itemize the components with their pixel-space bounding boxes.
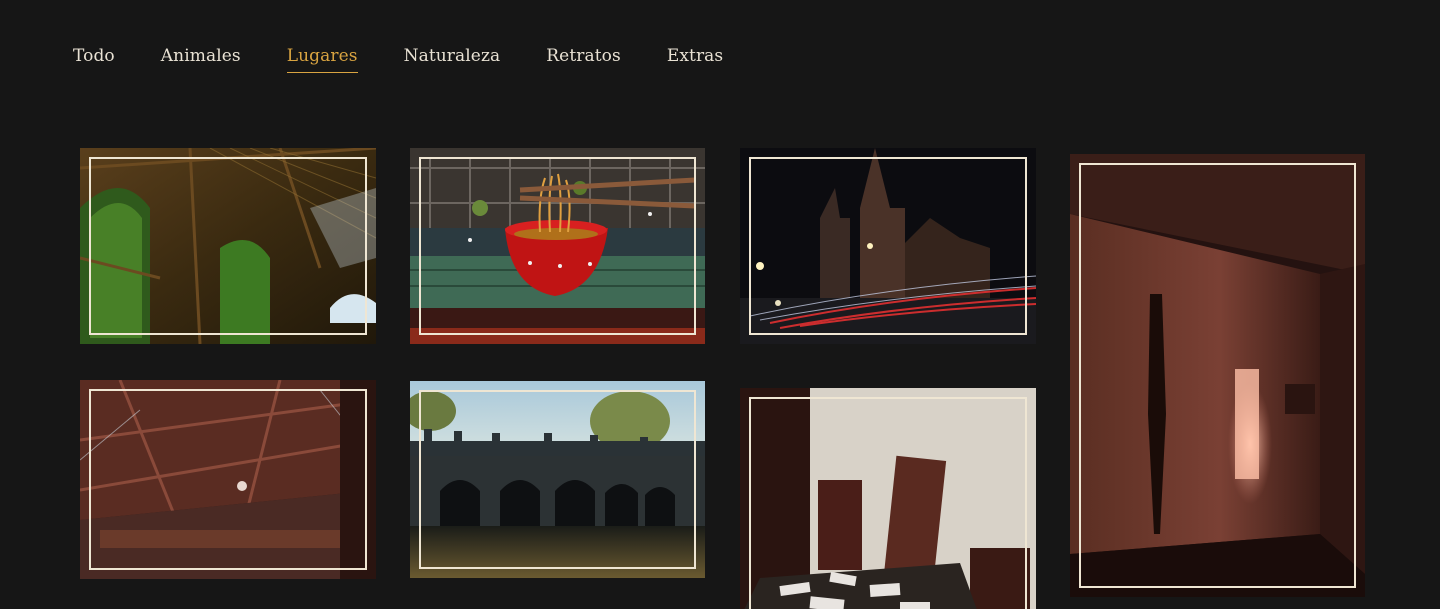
cathedral-night-image (740, 148, 1036, 344)
noodle-sign-image (410, 148, 705, 344)
gallery-photo-rusted-roof[interactable] (80, 380, 376, 579)
category-filter-nav: Todo Animales Lugares Naturaleza Retrato… (73, 44, 769, 73)
gallery-photo-stone-bridge[interactable] (410, 381, 705, 578)
gallery-photo-abandoned-office[interactable] (740, 388, 1036, 609)
abandoned-office-image (740, 388, 1036, 609)
filter-tab-extras[interactable]: Extras (667, 44, 723, 73)
gallery-photo-dim-room[interactable] (1070, 154, 1365, 597)
gallery-photo-cathedral-night[interactable] (740, 148, 1036, 344)
filter-tab-todo[interactable]: Todo (73, 44, 115, 73)
filter-tab-lugares[interactable]: Lugares (286, 44, 358, 73)
gallery-photo-greenhouse[interactable] (80, 148, 376, 344)
dim-room-image (1070, 154, 1365, 597)
filter-tab-animales[interactable]: Animales (161, 44, 241, 73)
filter-tab-retratos[interactable]: Retratos (546, 44, 621, 73)
gallery-page: Todo Animales Lugares Naturaleza Retrato… (0, 0, 1440, 609)
greenhouse-image (80, 148, 376, 344)
rusted-roof-image (80, 380, 376, 579)
gallery-photo-noodle-sign[interactable] (410, 148, 705, 344)
filter-tab-naturaleza[interactable]: Naturaleza (404, 44, 501, 73)
stone-bridge-image (410, 381, 705, 578)
